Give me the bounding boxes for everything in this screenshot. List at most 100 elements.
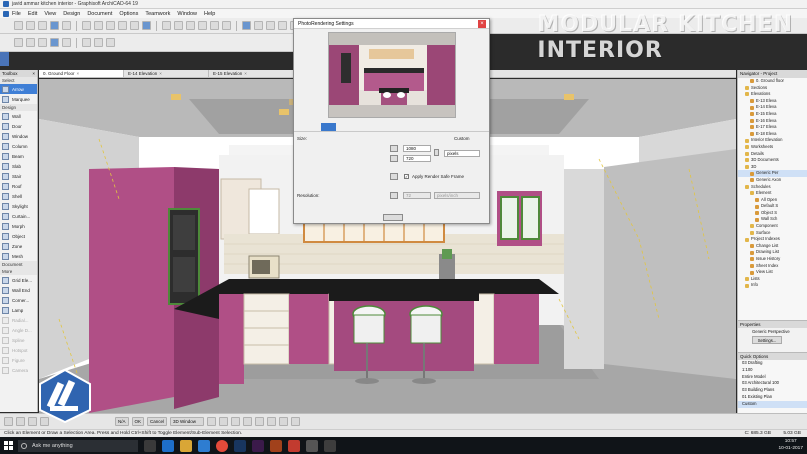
infobox-tool-icon[interactable] <box>82 38 91 47</box>
standard-tool-icon[interactable] <box>210 21 219 30</box>
close-icon[interactable]: × <box>159 70 162 78</box>
standard-tool-icon[interactable] <box>82 21 91 30</box>
tool-object[interactable]: Object <box>0 231 37 241</box>
height-field[interactable]: 720 <box>403 155 431 162</box>
navigator-item[interactable]: Generic Axon <box>738 177 807 184</box>
navigator-item[interactable]: Object S <box>738 210 807 217</box>
navigator-item[interactable]: Sections <box>738 85 807 92</box>
tool-skylight[interactable]: Skylight <box>0 201 37 211</box>
safe-frame-checkbox[interactable]: ✓ <box>404 174 409 179</box>
size-preset[interactable]: Custom <box>454 136 470 141</box>
standard-tool-icon[interactable] <box>198 21 207 30</box>
file-explorer-icon[interactable] <box>180 439 192 452</box>
navigator-item[interactable]: Details <box>738 151 807 158</box>
archicad-taskbar-icon[interactable] <box>306 439 318 452</box>
tool-roof[interactable]: Roof <box>0 181 37 191</box>
navigator-item[interactable]: Info <box>738 282 807 289</box>
standard-tool-icon[interactable] <box>142 21 151 30</box>
standard-tool-icon[interactable] <box>186 21 195 30</box>
standard-tool-icon[interactable] <box>130 21 139 30</box>
cutaway-icon[interactable] <box>279 417 289 426</box>
size-tab[interactable] <box>321 123 336 131</box>
navigator-item[interactable]: Change List <box>738 243 807 250</box>
tool-door[interactable]: Door <box>0 121 37 131</box>
quick-option-item[interactable]: 03 Architectural 100 <box>738 380 807 387</box>
tool-figure[interactable]: Figure <box>0 355 37 365</box>
navigator-item[interactable]: E-14 Eleva <box>738 104 807 111</box>
navigator-item[interactable]: 0. Ground floor <box>738 78 807 85</box>
app-icon[interactable] <box>324 439 336 452</box>
infobox-tool-icon[interactable] <box>94 38 103 47</box>
navigator-item[interactable]: E-17 Eleva <box>738 124 807 131</box>
tool-window[interactable]: Window <box>0 131 37 141</box>
camera-icon[interactable] <box>383 214 403 221</box>
tool-stair[interactable]: Stair <box>0 171 37 181</box>
navigator-item[interactable]: 3D Documents <box>738 157 807 164</box>
view-tab[interactable]: 0. Ground Floor × <box>39 70 124 77</box>
edge-icon[interactable] <box>162 439 174 452</box>
tool-marquee[interactable]: Marquee <box>0 94 37 104</box>
tool-morph[interactable]: Morph <box>0 221 37 231</box>
menu-file[interactable]: File <box>12 11 21 17</box>
infobox-tool-icon[interactable] <box>26 38 35 47</box>
infobox-tool-icon[interactable] <box>14 38 23 47</box>
menu-teamwork[interactable]: Teamwork <box>145 11 170 17</box>
menu-document[interactable]: Document <box>87 11 112 17</box>
system-clock[interactable]: 10:57 10-01-2017 <box>778 438 803 452</box>
infobox-tool-icon[interactable] <box>50 38 59 47</box>
undo-icon[interactable] <box>4 417 13 426</box>
tool-spline[interactable]: Spline <box>0 335 37 345</box>
close-icon[interactable]: × <box>244 70 247 78</box>
view-tab[interactable]: E-15 Elevation × <box>209 70 294 77</box>
infobox-tool-icon[interactable] <box>106 38 115 47</box>
navigator-item[interactable]: Schedules <box>738 184 807 191</box>
perspective-icon[interactable] <box>291 417 301 426</box>
standard-tool-icon[interactable] <box>38 21 47 30</box>
taskbar-search[interactable]: Ask me anything <box>18 439 138 452</box>
close-icon[interactable]: × <box>32 70 35 77</box>
toolbox-group-design[interactable]: Design <box>0 104 37 111</box>
tool-corner-window[interactable]: Corner... <box>0 295 37 305</box>
standard-tool-icon[interactable] <box>106 21 115 30</box>
view-tab[interactable]: E-14 Elevation × <box>124 70 209 77</box>
settings-button[interactable]: Settings... <box>752 336 782 344</box>
menu-window[interactable]: Window <box>177 11 197 17</box>
tool-wall-end[interactable]: Wall End <box>0 285 37 295</box>
menu-help[interactable]: Help <box>204 11 215 17</box>
store-icon[interactable] <box>198 439 210 452</box>
tool-shell[interactable]: Shell <box>0 191 37 201</box>
tool-mesh[interactable]: Mesh <box>0 251 37 261</box>
navigator-item[interactable]: View List <box>738 269 807 276</box>
navigator-item[interactable]: Project Indexes <box>738 236 807 243</box>
cancel-button[interactable]: Cancel <box>147 417 168 426</box>
menu-design[interactable]: Design <box>63 11 80 17</box>
standard-tool-icon[interactable] <box>50 21 59 30</box>
tool-radial-dimension[interactable]: Radial... <box>0 315 37 325</box>
menu-options[interactable]: Options <box>119 11 138 17</box>
photoshop-icon[interactable] <box>234 439 246 452</box>
infobox-tool-icon[interactable] <box>38 38 47 47</box>
tool-beam[interactable]: Beam <box>0 151 37 161</box>
navigator-item[interactable]: Component <box>738 223 807 230</box>
toolbox-group-more[interactable]: More <box>0 268 37 275</box>
archicad-menu-icon[interactable] <box>3 10 9 17</box>
tool-zone[interactable]: Zone <box>0 241 37 251</box>
tool-wall[interactable]: Wall <box>0 111 37 121</box>
standard-tool-icon[interactable] <box>62 21 71 30</box>
tool-arrow[interactable]: Arrow <box>0 84 37 94</box>
quick-option-item[interactable]: 01 Existing Plan <box>738 394 807 401</box>
explore-icon[interactable] <box>219 417 229 426</box>
quick-option-item[interactable]: 1:100 <box>738 367 807 374</box>
navigator-item[interactable]: Interior Elevation <box>738 137 807 144</box>
resolution-field[interactable]: 72 <box>403 192 431 199</box>
width-field[interactable]: 1080 <box>403 145 431 152</box>
illustrator-icon[interactable] <box>270 439 282 452</box>
unit-select[interactable]: pixels <box>444 150 480 157</box>
standard-tool-icon[interactable] <box>94 21 103 30</box>
render-icon[interactable] <box>243 417 253 426</box>
navigator-item[interactable]: E-15 Eleva <box>738 111 807 118</box>
navigator-item[interactable]: E-13 Eleva <box>738 98 807 105</box>
pan-icon[interactable] <box>231 417 241 426</box>
standard-tool-icon[interactable] <box>254 21 263 30</box>
navigator-item[interactable]: Lists <box>738 276 807 283</box>
